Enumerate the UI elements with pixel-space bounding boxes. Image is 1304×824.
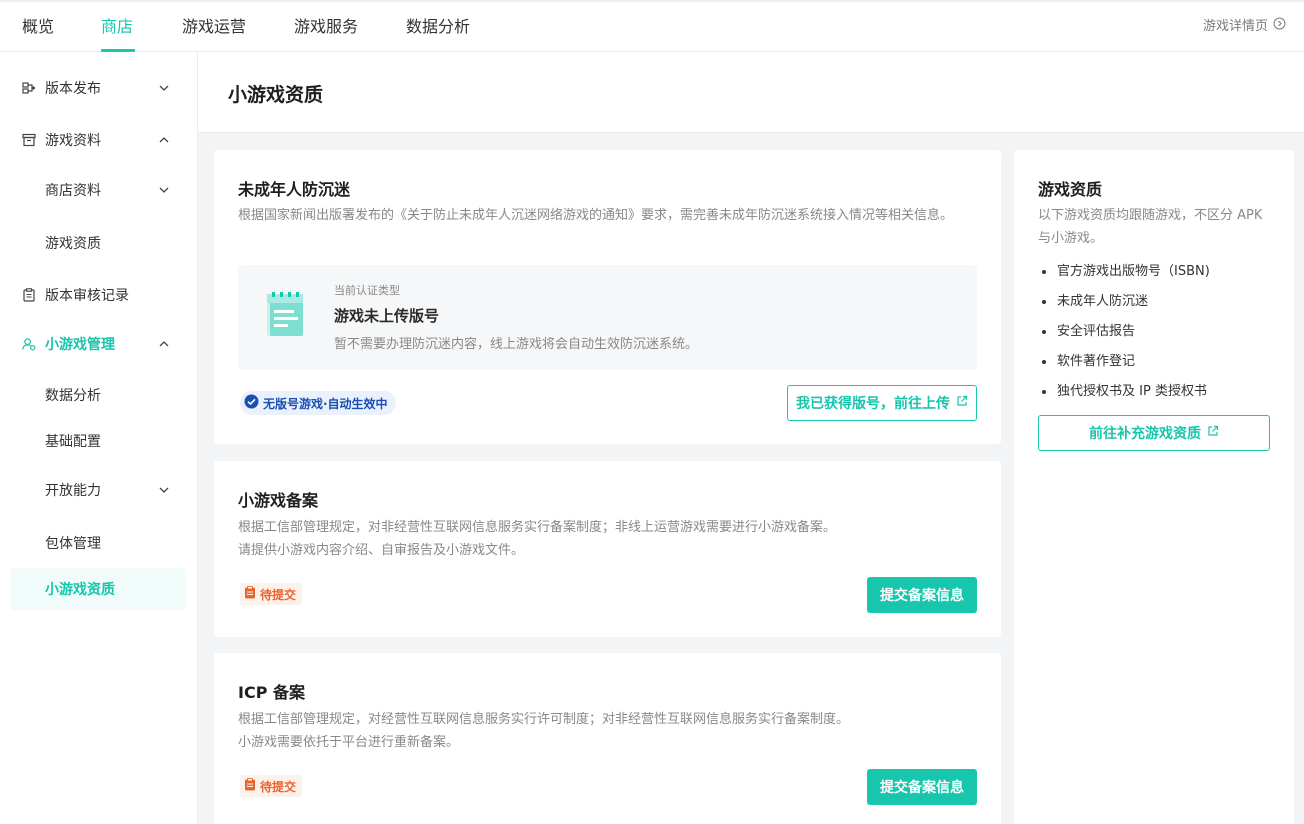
status-badge: 待提交 (240, 775, 303, 797)
bullet-icon (1042, 330, 1046, 334)
game-detail-label: 游戏详情页 (1202, 19, 1268, 34)
sidebar-item-data-analysis[interactable]: 数据分析 (10, 374, 186, 416)
tab-game-service[interactable]: 游戏服务 (294, 2, 358, 52)
bullet-icon (1042, 270, 1046, 274)
status-badge-label: 无版号游戏·自动生效中 (263, 396, 388, 411)
status-badge: 待提交 (240, 583, 303, 605)
card-description-line2: 请提供小游戏内容介绍、自审报告及小游戏文件。 (238, 543, 525, 558)
anti-addiction-card: 未成年人防沉迷 根据国家新闻出版署发布的《关于防止未成年人沉迷网络游戏的通知》要… (214, 150, 1001, 444)
card-title: ICP 备案 (238, 683, 305, 702)
sidebar-item-label: 小游戏管理 (45, 337, 115, 353)
external-link-icon (1207, 425, 1219, 441)
mini-game-filing-card: 小游戏备案 根据工信部管理规定，对非经营性互联网信息服务实行备案制度；非线上运营… (214, 461, 1001, 637)
sidebar-item-label: 开放能力 (45, 483, 101, 499)
current-type-label: 当前认证类型 (334, 284, 400, 297)
chevron-down-icon (158, 484, 170, 496)
archive-box-icon (22, 133, 36, 147)
sidebar-item-label: 数据分析 (45, 388, 101, 404)
qualification-list: 官方游戏出版物号（ISBN) 未成年人防沉迷 安全评估报告 软件著作登记 独代授… (1038, 257, 1210, 407)
card-description-line1: 根据工信部管理规定，对非经营性互联网信息服务实行备案制度；非线上运营游戏需要进行… (238, 520, 837, 535)
arrow-circle-right-icon (1273, 2, 1286, 52)
current-type-value: 游戏未上传版号 (334, 307, 440, 325)
panel-title: 游戏资质 (1038, 180, 1103, 199)
current-type-description: 暂不需要办理防沉迷内容，线上游戏将会自动生效防沉迷系统。 (334, 337, 699, 352)
chevron-up-icon (158, 134, 170, 146)
sidebar-item-review-records[interactable]: 版本审核记录 (10, 274, 186, 316)
sidebar-item-label: 版本审核记录 (45, 288, 129, 304)
page-header: 小游戏资质 (198, 52, 1304, 133)
game-qualification-panel: 游戏资质 以下游戏资质均跟随游戏，不区分 APK 与小游戏。 官方游戏出版物号（… (1014, 150, 1294, 824)
sidebar-item-label: 游戏资料 (45, 133, 101, 149)
list-item: 安全评估报告 (1038, 317, 1210, 347)
tab-overview[interactable]: 概览 (22, 2, 54, 52)
game-detail-link[interactable]: 游戏详情页 (1203, 2, 1286, 52)
notebook-illustration-icon (264, 292, 308, 342)
status-badge-label: 待提交 (260, 587, 297, 602)
sidebar-item-open-capabilities[interactable]: 开放能力 (10, 469, 186, 511)
list-item: 独代授权书及 IP 类授权书 (1038, 377, 1210, 407)
bullet-icon (1042, 390, 1046, 394)
sidebar-item-version-release[interactable]: 版本发布 (10, 67, 186, 109)
chevron-down-icon (158, 184, 170, 196)
submit-filing-button[interactable]: 提交备案信息 (867, 769, 977, 805)
icp-filing-card: ICP 备案 根据工信部管理规定，对经营性互联网信息服务实行许可制度；对非经营性… (214, 653, 1001, 824)
clipboard-icon (22, 288, 36, 302)
user-circle-icon (22, 337, 36, 351)
card-title: 未成年人防沉迷 (238, 180, 351, 199)
upload-version-number-button[interactable]: 我已获得版号，前往上传 (787, 385, 977, 421)
tab-data-analysis[interactable]: 数据分析 (406, 2, 470, 52)
current-certification-box: 当前认证类型 游戏未上传版号 暂不需要办理防沉迷内容，线上游戏将会自动生效防沉迷… (238, 265, 977, 370)
clipboard-icon (244, 586, 256, 602)
status-badge-label: 待提交 (260, 779, 297, 794)
sidebar-item-store-info[interactable]: 商店资料 (10, 169, 186, 211)
chevron-up-icon (158, 338, 170, 350)
sidebar-item-label: 小游戏资质 (45, 582, 115, 598)
list-item: 软件著作登记 (1038, 347, 1210, 377)
tab-store[interactable]: 商店 (101, 2, 133, 52)
chevron-down-icon (158, 82, 170, 94)
version-release-icon (22, 81, 36, 95)
card-description: 根据国家新闻出版署发布的《关于防止未成年人沉迷网络游戏的通知》要求，需完善未成年… (238, 208, 954, 223)
clipboard-icon (244, 778, 256, 794)
sidebar-item-package-management[interactable]: 包体管理 (10, 522, 186, 564)
check-circle-icon (244, 394, 259, 412)
page-title: 小游戏资质 (228, 84, 324, 106)
list-item: 未成年人防沉迷 (1038, 287, 1210, 317)
sidebar-item-mini-game-qualification[interactable]: 小游戏资质 (10, 568, 186, 610)
top-navigation: 概览 商店 游戏运营 游戏服务 数据分析 游戏详情页 (0, 0, 1304, 52)
sidebar-item-label: 版本发布 (45, 81, 101, 97)
bullet-icon (1042, 300, 1046, 304)
status-badge: 无版号游戏·自动生效中 (240, 391, 396, 415)
sidebar-item-label: 商店资料 (45, 183, 101, 199)
sidebar-item-label: 基础配置 (45, 434, 101, 450)
list-item: 官方游戏出版物号（ISBN) (1038, 257, 1210, 287)
sidebar-item-game-qualification[interactable]: 游戏资质 (10, 222, 186, 264)
sidebar: 版本发布 游戏资料 商店资料 游戏资质 版本审核记录 小游戏管理 数据分析 基础… (0, 52, 198, 824)
bullet-icon (1042, 360, 1046, 364)
tab-game-operation[interactable]: 游戏运营 (182, 2, 246, 52)
card-title: 小游戏备案 (238, 491, 319, 510)
card-description-line2: 小游戏需要依托于平台进行重新备案。 (238, 735, 460, 750)
external-link-icon (956, 395, 968, 411)
card-description-line1: 根据工信部管理规定，对经营性互联网信息服务实行许可制度；对非经营性互联网信息服务… (238, 712, 850, 727)
submit-filing-button[interactable]: 提交备案信息 (867, 577, 977, 613)
sidebar-item-basic-config[interactable]: 基础配置 (10, 420, 186, 462)
sidebar-item-label: 游戏资质 (45, 236, 101, 252)
sidebar-item-label: 包体管理 (45, 536, 101, 552)
sidebar-item-game-info[interactable]: 游戏资料 (10, 119, 186, 161)
supplement-qualification-button[interactable]: 前往补充游戏资质 (1038, 415, 1270, 451)
button-label: 前往补充游戏资质 (1089, 426, 1201, 442)
sidebar-item-mini-game-management[interactable]: 小游戏管理 (10, 323, 186, 365)
panel-description: 以下游戏资质均跟随游戏，不区分 APK 与小游戏。 (1038, 208, 1263, 246)
button-label: 我已获得版号，前往上传 (796, 396, 950, 412)
